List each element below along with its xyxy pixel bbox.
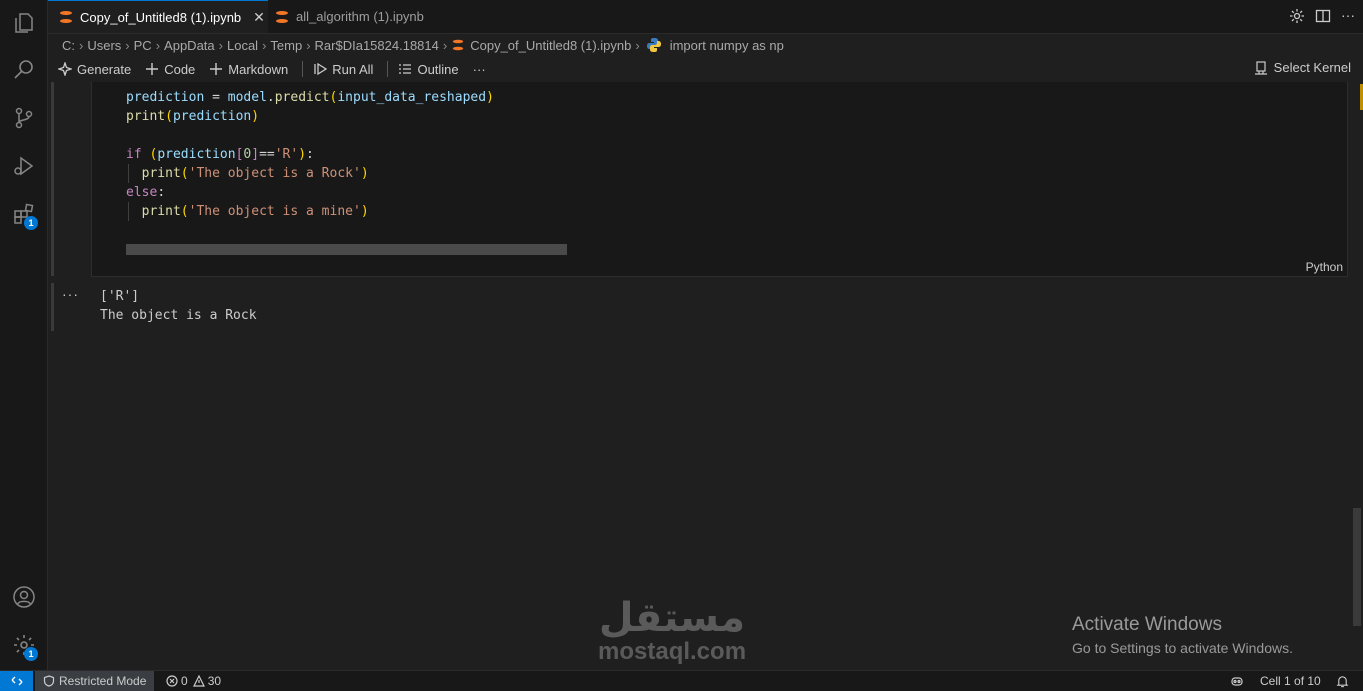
editor-tab-bar: Copy_of_Untitled8 (1).ipynb ✕ all_algori… bbox=[48, 0, 1363, 34]
code-line: prediction = model.predict(input_data_re… bbox=[126, 90, 494, 105]
breadcrumb-item[interactable]: Local bbox=[227, 38, 258, 53]
run-debug-icon[interactable] bbox=[0, 145, 47, 187]
notebook-toolbar: Generate Code Markdown Run All Outline ·… bbox=[48, 57, 1363, 81]
copilot-icon bbox=[1231, 677, 1243, 686]
add-markdown-cell-button[interactable]: Markdown bbox=[209, 62, 288, 77]
code-line: if (prediction[0]=='R'): bbox=[126, 147, 314, 162]
more-actions-icon[interactable]: ··· bbox=[1341, 8, 1355, 24]
code-editor[interactable]: prediction = model.predict(input_data_re… bbox=[126, 88, 494, 221]
code-line: print(prediction) bbox=[126, 109, 260, 124]
jupyter-notebook-icon bbox=[452, 39, 464, 51]
copilot-status-icon[interactable] bbox=[1230, 671, 1247, 691]
cell-status-bar bbox=[51, 82, 54, 276]
tab-label: Copy_of_Untitled8 (1).ipynb bbox=[80, 9, 242, 25]
extensions-badge: 1 bbox=[24, 216, 38, 230]
restricted-mode-indicator[interactable]: Restricted Mode bbox=[35, 671, 155, 691]
error-count: 0 bbox=[181, 674, 188, 688]
cell-language-label[interactable]: Python bbox=[1306, 260, 1343, 274]
source-control-icon[interactable] bbox=[0, 97, 47, 139]
tab-all-algorithm[interactable]: all_algorithm (1).ipynb bbox=[274, 0, 454, 33]
activity-bar: 1 1 bbox=[0, 0, 48, 670]
code-line: print('The object is a mine') bbox=[141, 204, 369, 219]
activate-title: Activate Windows bbox=[1072, 614, 1222, 635]
bell-icon bbox=[1336, 675, 1349, 687]
select-kernel-button[interactable]: Select Kernel bbox=[1254, 60, 1351, 75]
code-line: print('The object is a Rock') bbox=[141, 166, 369, 181]
output-status-bar bbox=[51, 283, 54, 331]
mostaql-watermark-logo: مستقل mostaql.com bbox=[598, 596, 747, 665]
breadcrumb-item[interactable]: AppData bbox=[164, 38, 215, 53]
add-code-cell-button[interactable]: Code bbox=[145, 62, 195, 77]
list-icon bbox=[399, 64, 412, 74]
breadcrumb-item[interactable]: Rar$DIa15824.18814 bbox=[315, 38, 439, 53]
plus-icon bbox=[146, 63, 159, 75]
breadcrumb-item[interactable]: Users bbox=[87, 38, 121, 53]
breadcrumb-item[interactable]: PC bbox=[134, 38, 152, 53]
shield-icon bbox=[43, 675, 55, 687]
remote-icon bbox=[11, 676, 22, 686]
breadcrumb-item[interactable]: Temp bbox=[270, 38, 302, 53]
sparkle-icon bbox=[58, 62, 72, 76]
run-all-button[interactable]: Run All bbox=[313, 62, 373, 77]
output-actions-button[interactable]: ··· bbox=[62, 286, 79, 302]
generate-button[interactable]: Generate bbox=[58, 62, 131, 77]
remote-indicator[interactable] bbox=[0, 671, 33, 691]
vertical-scrollbar[interactable] bbox=[1353, 508, 1361, 626]
jupyter-notebook-icon bbox=[60, 11, 72, 23]
close-tab-icon[interactable]: ✕ bbox=[253, 9, 265, 26]
notifications-icon[interactable] bbox=[1336, 671, 1352, 691]
python-icon bbox=[646, 38, 661, 52]
tab-label: all_algorithm (1).ipynb bbox=[296, 9, 424, 24]
account-icon[interactable] bbox=[0, 576, 47, 618]
kernel-icon bbox=[1254, 60, 1267, 75]
breadcrumb-item[interactable]: C: bbox=[62, 38, 75, 53]
outline-button[interactable]: Outline bbox=[398, 62, 459, 77]
problems-indicator[interactable]: 0 30 bbox=[166, 671, 221, 691]
activate-windows-notice: Activate Windows Go to Settings to activ… bbox=[1072, 614, 1293, 656]
toolbar-divider bbox=[302, 61, 304, 77]
warning-icon bbox=[192, 675, 205, 687]
breadcrumb: C: › Users › PC › AppData › Local › Temp › Rar… bbox=[62, 37, 784, 53]
jupyter-notebook-icon bbox=[276, 10, 288, 23]
tab-copy-of-untitled8[interactable]: Copy_of_Untitled8 (1).ipynb ✕ bbox=[48, 0, 268, 33]
notebook-settings-icon[interactable] bbox=[1289, 8, 1305, 24]
cell-output: ['R'] The object is a Rock bbox=[100, 287, 257, 325]
search-icon[interactable] bbox=[0, 49, 47, 91]
horizontal-scrollbar[interactable] bbox=[126, 244, 567, 255]
run-all-icon bbox=[314, 62, 328, 76]
breadcrumb-item[interactable]: Copy_of_Untitled8 (1).ipynb bbox=[470, 38, 631, 53]
output-line: ['R'] bbox=[100, 289, 140, 304]
status-bar: Restricted Mode 0 30 Cell 1 of 10 bbox=[0, 670, 1363, 691]
settings-gear-icon[interactable]: 1 bbox=[0, 624, 47, 666]
activate-subtitle: Go to Settings to activate Windows. bbox=[1072, 640, 1293, 656]
toolbar-divider bbox=[387, 61, 389, 77]
breadcrumb-item[interactable]: import numpy as np bbox=[670, 38, 784, 53]
warning-count: 30 bbox=[207, 674, 222, 688]
cell-position-indicator[interactable]: Cell 1 of 10 bbox=[1260, 671, 1321, 691]
split-editor-icon[interactable] bbox=[1315, 8, 1331, 24]
error-icon bbox=[166, 675, 178, 687]
explorer-icon[interactable] bbox=[0, 2, 47, 44]
code-line: else: bbox=[126, 185, 166, 200]
output-line: The object is a Rock bbox=[100, 308, 257, 323]
plus-icon bbox=[210, 63, 223, 75]
settings-badge: 1 bbox=[24, 647, 38, 661]
more-toolbar-actions-button[interactable]: ··· bbox=[473, 62, 486, 77]
extensions-icon[interactable]: 1 bbox=[0, 193, 47, 235]
